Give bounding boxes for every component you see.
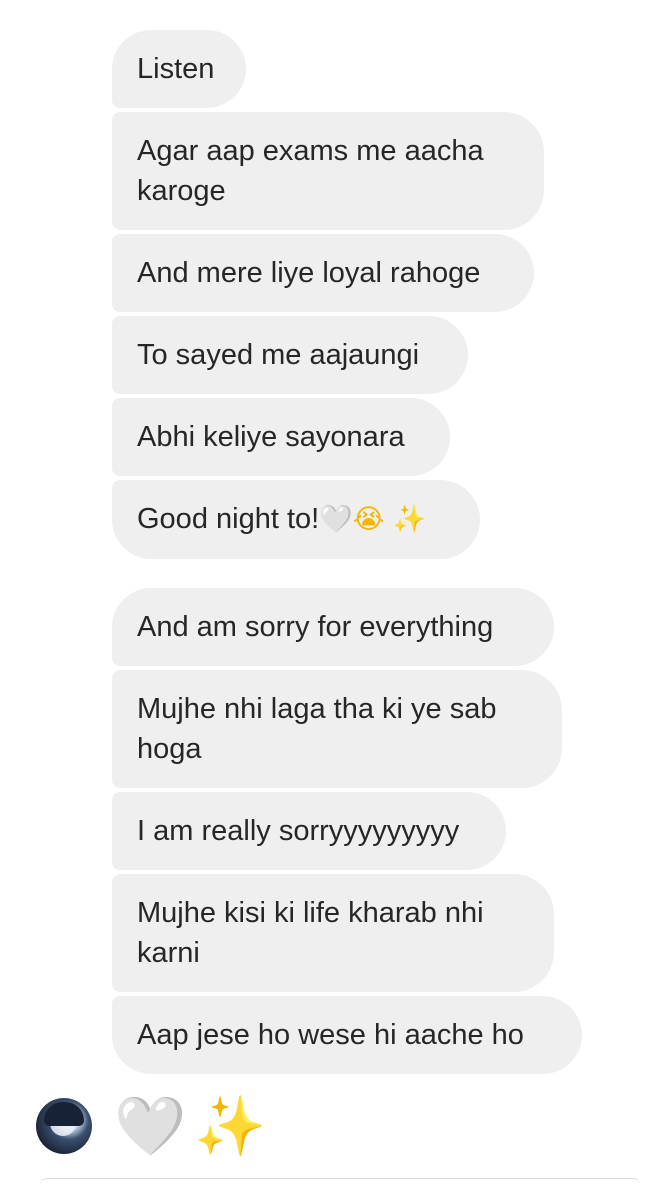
sparkles-icon[interactable]: ✨ [194, 1094, 266, 1158]
sparkles-icon: ✨ [392, 504, 427, 535]
message-text: Agar aap exams me aacha karoge [137, 135, 484, 207]
message-text: And am sorry for everything [137, 611, 494, 643]
message-text: Mujhe nhi laga tha ki ye sab hoga [137, 693, 497, 765]
message-group-2: And am sorry for everything Mujhe nhi la… [112, 588, 632, 1078]
message-bubble[interactable]: To sayed me aajaungi [112, 316, 468, 394]
message-text: Aap jese ho wese hi aache ho [137, 1019, 524, 1051]
message-bubble[interactable]: Listen [112, 30, 246, 108]
message-text: I am really sorryyyyyyyyy [137, 815, 460, 847]
message-text: Listen [137, 53, 215, 85]
message-text: To sayed me aajaungi [137, 339, 420, 371]
avatar-icon[interactable] [36, 1098, 92, 1154]
message-bubble[interactable]: And mere liye loyal rahoge [112, 234, 534, 312]
message-text: And mere liye loyal rahoge [137, 257, 481, 289]
message-bubble[interactable]: Agar aap exams me aacha karoge [112, 112, 544, 230]
message-thread: Listen Agar aap exams me aacha karoge An… [112, 30, 632, 1078]
white-heart-icon[interactable]: 🤍 [113, 1093, 187, 1159]
message-bubble[interactable]: I am really sorryyyyyyyyy [112, 792, 506, 870]
message-bubble[interactable]: Good night to!🤍😭 ✨ [112, 480, 480, 559]
message-bubble[interactable]: Mujhe kisi ki life kharab nhi karni [112, 874, 554, 992]
emoji-message-row: 🤍 ✨ [36, 1093, 266, 1159]
message-text: Abhi keliye sayonara [137, 421, 405, 453]
message-bubble[interactable]: Aap jese ho wese hi aache ho [112, 996, 582, 1074]
white-heart-icon: 🤍 [319, 504, 354, 536]
message-bubble[interactable]: Abhi keliye sayonara [112, 398, 450, 476]
message-group-1: Listen Agar aap exams me aacha karoge An… [112, 30, 632, 563]
crying-face-icon: 😭 [352, 504, 385, 535]
message-bubble[interactable]: Mujhe nhi laga tha ki ye sab hoga [112, 670, 562, 788]
message-text: Mujhe kisi ki life kharab nhi karni [137, 897, 484, 969]
message-text: Good night to! [137, 503, 320, 535]
message-bubble[interactable]: And am sorry for everything [112, 588, 554, 666]
